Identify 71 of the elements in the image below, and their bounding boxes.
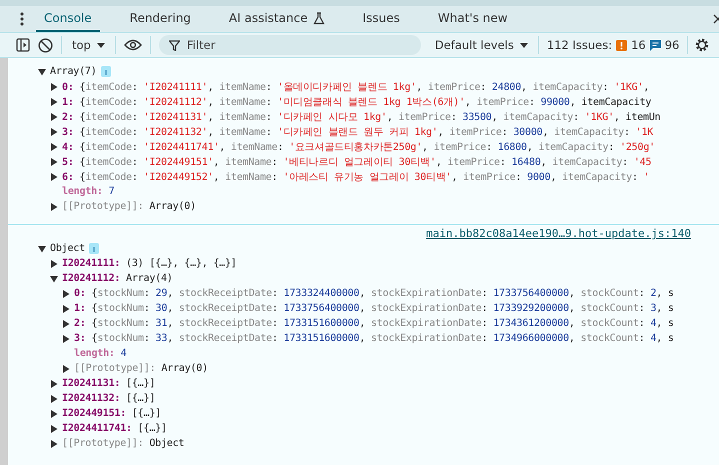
collapsed-arrow-icon[interactable] xyxy=(50,158,58,166)
collapsed-arrow-icon[interactable] xyxy=(50,98,58,106)
object-entry: I20241111: (3) [{…}, {…}, {…}] xyxy=(62,258,237,269)
collapsed-arrow-icon[interactable] xyxy=(50,380,58,388)
filter-field[interactable]: Filter xyxy=(158,35,421,55)
tab[interactable]: Rendering xyxy=(122,6,199,32)
object-entry: 3: {stockNum: 33, stockReceiptDate: 1733151600000, stockExpirationDate: 1734966000000, stockCount: 4, s xyxy=(74,333,674,344)
close-icon[interactable] xyxy=(713,14,719,24)
message-icon xyxy=(650,40,661,50)
collapsed-arrow-icon[interactable] xyxy=(50,142,58,150)
warning-icon xyxy=(616,40,628,50)
length-property: length: 7 xyxy=(62,186,114,197)
object-entry: I2024411741: [{…}] xyxy=(62,423,167,434)
length-property: length: 4 xyxy=(74,348,126,359)
object-entry: 0: {stockNum: 29, stockReceiptDate: 1733324400000, stockExpirationDate: 1733756400000, stockCount: 2, s xyxy=(74,288,674,299)
caret-icon xyxy=(96,42,105,48)
object-entry: 5: {itemCode: 'I202449151', itemName: '베티나르디 얼그레이티 30티백', itemPrice: 16480, itemCapacity: '45 xyxy=(62,156,652,168)
expanded-arrow-icon[interactable] xyxy=(50,274,58,282)
collapsed-arrow-icon[interactable] xyxy=(50,394,58,402)
collapsed-arrow-icon[interactable] xyxy=(50,128,58,136)
object-entry: 4: {itemCode: 'I2024411741', itemName: '요크셔골드티홍차카톤250g', itemPrice: 16800, itemCapacity: '250g' xyxy=(62,140,655,154)
object-entry: 0: {itemCode: 'I20241111', itemName: '올데이디카페인 블렌드 1kg', itemPrice: 24800, itemCapacity: '1KG', xyxy=(62,80,650,94)
collapsed-arrow-icon[interactable] xyxy=(62,304,70,312)
collapsed-arrow-icon[interactable] xyxy=(50,82,58,90)
sidebar-toggle-icon[interactable] xyxy=(16,38,30,52)
message-count: 96 xyxy=(664,38,680,52)
info-icon xyxy=(88,243,99,254)
collapsed-arrow-icon[interactable] xyxy=(50,424,58,432)
object-entry: 1: {itemCode: 'I20241112', itemName: '미디엄클래식 블렌드 1kg 1박스(6개)', itemPrice: 99000, itemCapacity xyxy=(62,96,652,108)
eye-icon[interactable] xyxy=(124,39,142,51)
tab[interactable]: AI assistance xyxy=(220,6,333,32)
collapsed-arrow-icon[interactable] xyxy=(50,112,58,120)
context-dropdown[interactable]: top xyxy=(70,38,107,52)
object-entry: 3: {itemCode: 'I20241132', itemName: '디카페인 블랜드 원두 커피 1kg', itemPrice: 30000, itemCapacity: '1K xyxy=(62,126,654,138)
error-count: 16 xyxy=(631,38,646,52)
collapsed-arrow-icon[interactable] xyxy=(50,260,58,268)
collapsed-arrow-icon[interactable] xyxy=(50,202,58,210)
settings-icon[interactable] xyxy=(694,37,710,53)
flask-icon xyxy=(312,12,325,24)
issues-button[interactable]: 112 Issues: 16 96 xyxy=(546,38,680,52)
expanded-arrow-icon[interactable] xyxy=(38,244,46,252)
object-summary: Array(7) xyxy=(50,66,97,77)
caret-icon xyxy=(520,42,528,48)
collapsed-arrow-icon[interactable] xyxy=(50,440,58,448)
prototype-property: [[Prototype]]: Object xyxy=(62,438,184,449)
object-entry: 1: {stockNum: 30, stockReceiptDate: 1733756400000, stockExpirationDate: 1733929200000, stockCount: 3, s xyxy=(74,303,674,314)
collapsed-arrow-icon[interactable] xyxy=(62,364,70,372)
object-entry: I202449151: [{…}] xyxy=(62,408,161,419)
more-menu-icon[interactable] xyxy=(20,12,24,26)
levels-dropdown[interactable]: Default levels xyxy=(432,38,530,52)
collapsed-arrow-icon[interactable] xyxy=(50,172,58,180)
object-entry: I20241131: [{…}] xyxy=(62,378,156,389)
tab[interactable]: Issues xyxy=(354,6,408,32)
tab[interactable]: What's new xyxy=(430,6,516,32)
clear-icon[interactable] xyxy=(38,38,53,52)
collapsed-arrow-icon[interactable] xyxy=(62,320,70,328)
object-entry: 2: {itemCode: 'I20241131', itemName: '디카페인 시다모 1kg', itemPrice: 33500, itemCapacity: '1KG', itemUn xyxy=(62,110,660,124)
object-summary: Object xyxy=(50,243,85,254)
collapsed-arrow-icon[interactable] xyxy=(62,290,70,298)
issues-label: 112 Issues: xyxy=(546,38,612,52)
collapsed-arrow-icon[interactable] xyxy=(62,334,70,342)
prototype-property: [[Prototype]]: Array(0) xyxy=(74,363,208,374)
info-icon xyxy=(100,66,111,77)
expanded-arrow-icon[interactable] xyxy=(38,68,46,76)
object-entry: I20241132: [{…}] xyxy=(62,393,156,404)
object-entry: 2: {stockNum: 31, stockReceiptDate: 1733151600000, stockExpirationDate: 1734361200000, stockCount: 4, s xyxy=(74,318,674,329)
prototype-property: [[Prototype]]: Array(0) xyxy=(62,201,196,212)
object-entry: I20241112: Array(4) xyxy=(62,273,173,284)
source-link[interactable]: main.bb82c08a14ee190…9.hot-update.js:140 xyxy=(38,227,719,241)
collapsed-arrow-icon[interactable] xyxy=(50,410,58,418)
object-entry: 6: {itemCode: 'I202449152', itemName: '아레스티 유기농 얼그레이 30티백', itemPrice: 9000, itemCapacity: ' xyxy=(62,170,650,184)
